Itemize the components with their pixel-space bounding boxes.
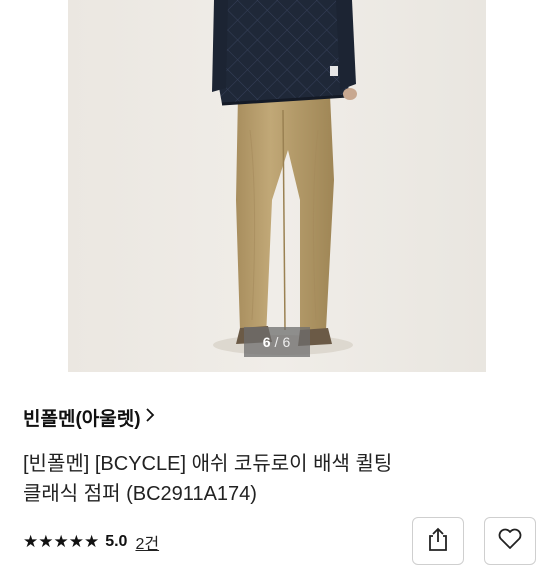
- product-rating: ★★★★★ 5.0 2건: [23, 530, 159, 554]
- product-image-gallery[interactable]: 6/6: [0, 0, 554, 372]
- image-counter: 6/6: [244, 327, 310, 357]
- product-title-line-1: [빈폴멘] [BCYCLE] 애쉬 코듀로이 배색 퀼팅: [23, 453, 393, 475]
- review-count-link[interactable]: 2건: [135, 530, 159, 554]
- rating-stars: ★★★★★: [23, 532, 100, 551]
- product-title: [빈폴멘] [BCYCLE] 애쉬 코듀로이 배색 퀼팅 클래식 점퍼 (BC2…: [23, 449, 523, 509]
- brand-link[interactable]: 빈폴멘(아울렛): [23, 404, 155, 431]
- image-counter-current: 6: [262, 334, 272, 350]
- wishlist-button[interactable]: [484, 517, 536, 565]
- heart-icon: [497, 527, 523, 556]
- rating-score: 5.0: [105, 533, 128, 550]
- share-icon: [426, 526, 450, 557]
- share-button[interactable]: [412, 517, 464, 565]
- image-counter-total: 6: [282, 334, 292, 350]
- product-photo: [68, 0, 486, 372]
- product-title-line-2: 클래식 점퍼 (BC2911A174): [23, 483, 257, 505]
- chevron-right-icon: [145, 407, 155, 428]
- image-counter-separator: /: [274, 334, 280, 350]
- brand-name: 빈폴멘(아울렛): [23, 409, 141, 430]
